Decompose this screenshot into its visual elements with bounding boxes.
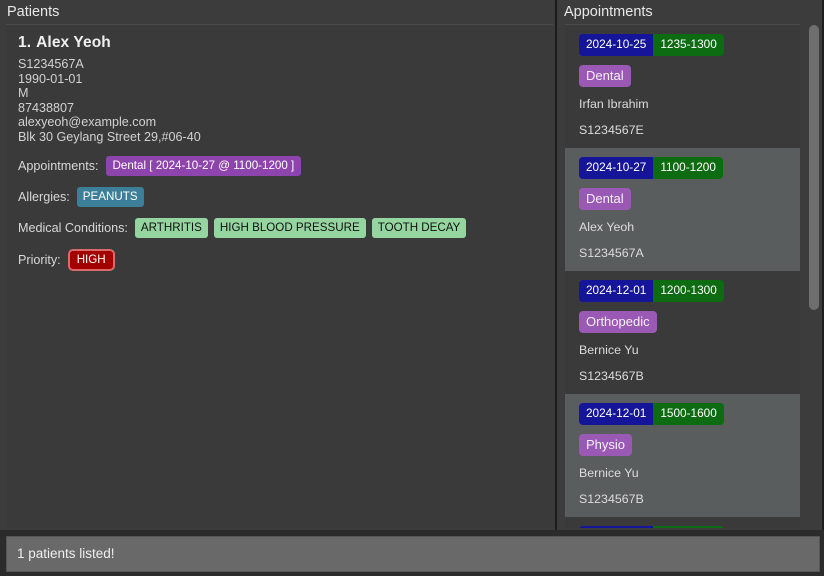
appointment-card[interactable]: 2024-10-25 1235-1300 Dental Irfan Ibrahi…: [565, 25, 800, 148]
appointment-datetime-row: 2024-10-25 1235-1300: [579, 34, 790, 56]
patient-condition-chip[interactable]: ARTHRITIS: [134, 217, 208, 238]
appointment-person-nric: S1234567E: [579, 123, 644, 137]
appointments-scrollbar-track[interactable]: [808, 22, 820, 528]
patient-appointment-chip[interactable]: Dental [ 2024-10-27 @ 1100-1200 ]: [105, 155, 302, 176]
patient-phone: 87438807: [18, 100, 75, 115]
patient-list[interactable]: 1. Alex Yeoh S1234567A 1990-01-01 M 87438…: [6, 24, 553, 528]
patient-nric: S1234567A: [18, 57, 84, 71]
appointment-person-nric: S1234567B: [579, 492, 644, 506]
main-split-panel: Patients 1. Alex Yeoh S1234567A 1990-01-0…: [0, 0, 824, 530]
appointment-card[interactable]: 2024-12-01 1200-1300 Orthopedic Bernice …: [565, 271, 800, 394]
appointment-list[interactable]: 2024-10-25 1235-1300 Dental Irfan Ibrahi…: [565, 24, 800, 528]
patient-card[interactable]: 1. Alex Yeoh S1234567A 1990-01-01 M 87438…: [6, 25, 553, 285]
status-message: 1 patients listed!: [6, 536, 820, 572]
appointment-time-chip: 1000-1200: [653, 526, 724, 528]
patient-conditions-row: Medical Conditions: ARTHRITIS HIGH BLOOD…: [18, 217, 543, 238]
application-window: Patients 1. Alex Yeoh S1234567A 1990-01-0…: [0, 0, 824, 576]
patient-name-row: 1. Alex Yeoh: [18, 34, 543, 52]
patient-allergies-label: Allergies:: [18, 189, 70, 204]
patient-appointments-label: Appointments:: [18, 158, 99, 173]
appointment-datetime-row: 2024-12-01 1500-1600: [579, 403, 790, 425]
patient-condition-chip[interactable]: HIGH BLOOD PRESSURE: [213, 217, 366, 238]
appointment-person-name: Alex Yeoh: [579, 220, 635, 234]
appointment-time-chip: 1100-1200: [653, 157, 723, 179]
appointment-person-nric: S1234567A: [579, 246, 644, 260]
appointment-datetime-row: 2024-10-27 1100-1200: [579, 157, 790, 179]
appointment-datetime-row: 2024-12-01 1200-1300: [579, 280, 790, 302]
appointment-time-chip: 1500-1600: [653, 403, 724, 425]
appointment-time-chip: 1235-1300: [653, 34, 724, 56]
patient-name: Alex Yeoh: [36, 34, 111, 51]
patient-condition-chip[interactable]: TOOTH DECAY: [371, 217, 467, 238]
patient-email: alexyeoh@example.com: [18, 115, 157, 130]
appointment-date-chip: 2024-10-25: [579, 34, 654, 56]
patient-allergies-row: Allergies: PEANUTS: [18, 186, 543, 207]
patient-address: Blk 30 Geylang Street 29,#06-40: [18, 129, 201, 144]
appointment-time-chip: 1200-1300: [653, 280, 724, 302]
patient-index: 1.: [18, 34, 32, 51]
patient-date-of-birth: 1990-01-01: [18, 71, 83, 86]
patient-priority-chip[interactable]: HIGH: [67, 248, 115, 271]
appointment-person-name: Bernice Yu: [579, 343, 639, 357]
appointments-scrollbar-thumb[interactable]: [809, 25, 819, 310]
patient-priority-label: Priority:: [18, 252, 61, 267]
appointment-date-chip: 2025-01-12: [579, 526, 654, 528]
appointment-card[interactable]: 2024-10-27 1100-1200 Dental Alex Yeoh S1…: [565, 148, 800, 271]
appointments-pane-title: Appointments: [557, 0, 822, 24]
patient-appointments-row: Appointments: Dental [ 2024-10-27 @ 1100…: [18, 155, 543, 176]
status-bar-container: 1 patients listed!: [0, 530, 824, 576]
appointment-card[interactable]: 2024-12-01 1500-1600 Physio Bernice Yu S…: [565, 394, 800, 517]
appointment-card[interactable]: 2025-01-12 1000-1200: [565, 517, 800, 528]
appointment-person-name: Bernice Yu: [579, 466, 639, 480]
appointment-date-chip: 2024-12-01: [579, 280, 654, 302]
appointment-type-chip: Orthopedic: [579, 311, 657, 333]
patient-allergy-chip[interactable]: PEANUTS: [76, 186, 144, 207]
appointment-list-content: 2024-10-25 1235-1300 Dental Irfan Ibrahi…: [565, 25, 800, 528]
appointment-person-nric: S1234567B: [579, 369, 644, 383]
appointment-date-chip: 2024-12-01: [579, 403, 654, 425]
appointment-person-name: Irfan Ibrahim: [579, 97, 649, 111]
patient-conditions-label: Medical Conditions:: [18, 220, 128, 235]
patient-gender: M: [18, 86, 29, 101]
patients-pane-title: Patients: [0, 0, 555, 24]
patients-pane: Patients 1. Alex Yeoh S1234567A 1990-01-0…: [0, 0, 557, 530]
appointment-date-chip: 2024-10-27: [579, 157, 654, 179]
appointment-type-chip: Dental: [579, 188, 631, 210]
patient-priority-row: Priority: HIGH: [18, 248, 543, 271]
appointments-pane: Appointments 2024-10-25 1235-1300 Dental…: [557, 0, 822, 530]
appointment-datetime-row: 2025-01-12 1000-1200: [579, 526, 790, 528]
appointment-type-chip: Dental: [579, 65, 631, 87]
appointment-type-chip: Physio: [579, 434, 633, 456]
